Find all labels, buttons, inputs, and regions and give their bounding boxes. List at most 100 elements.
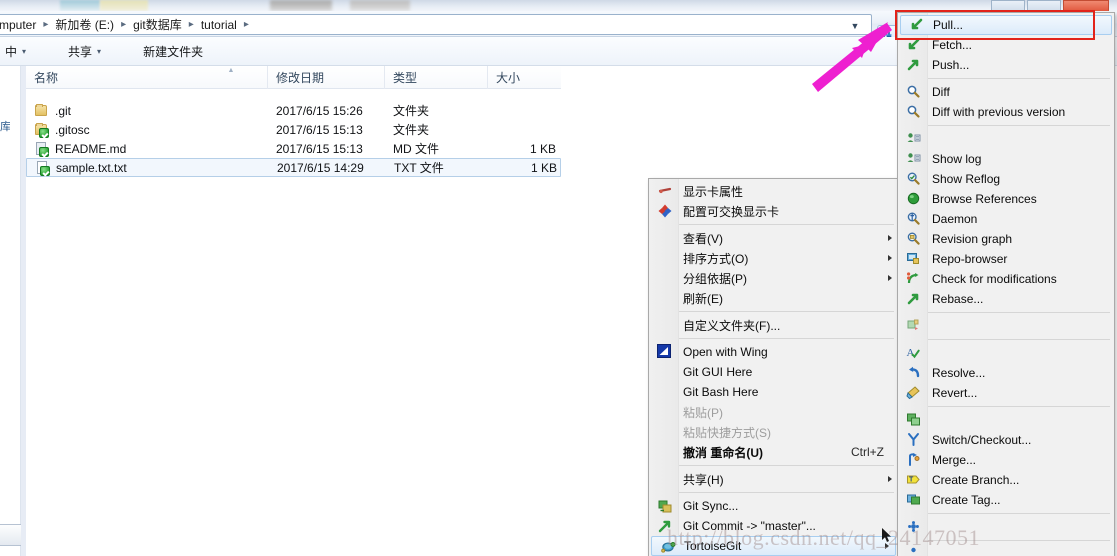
file-name-cell: .git bbox=[34, 103, 71, 118]
menu-item-git-bash-here[interactable]: Git Bash Here bbox=[649, 382, 898, 402]
menu-item-diff-with-previous-version[interactable]: Diff with previous version bbox=[898, 102, 1114, 122]
table-row[interactable]: .gitosc 2017/6/15 15:13 文件夹 bbox=[26, 120, 561, 139]
menu-item-open-with-wing[interactable]: Open with Wing bbox=[649, 342, 898, 362]
menu-item-revision-graph[interactable]: Daemon bbox=[898, 209, 1114, 229]
menu-item-diff[interactable]: Diff bbox=[898, 82, 1114, 102]
breadcrumb-item-1[interactable]: 新加卷 (E:) bbox=[55, 16, 114, 33]
mouse-cursor bbox=[882, 528, 891, 542]
menu-item-add[interactable] bbox=[898, 517, 1114, 537]
file-size-cell: 1 KB bbox=[530, 160, 557, 175]
wing-ide-icon bbox=[657, 344, 673, 360]
desktop-blob bbox=[60, 0, 100, 11]
menu-item-undo-rename[interactable]: 撤消 重命名(U) Ctrl+Z bbox=[649, 442, 898, 462]
repo-browser-icon bbox=[906, 231, 922, 247]
browse-refs-icon bbox=[906, 171, 922, 187]
menu-item-show-log[interactable] bbox=[898, 129, 1114, 149]
menu-item-group-by[interactable]: 分组依据(P) bbox=[649, 268, 898, 288]
table-row[interactable]: .git 2017/6/15 15:26 文件夹 bbox=[26, 101, 561, 120]
menu-item-repo-browser[interactable]: Revision graph bbox=[898, 229, 1114, 249]
column-header-label: 名称 bbox=[34, 71, 59, 85]
breadcrumb-separator: ▸ bbox=[188, 19, 194, 30]
menu-item-tortoisegit[interactable]: TortoiseGit bbox=[651, 536, 896, 556]
breadcrumb-separator: ▸ bbox=[243, 19, 249, 30]
menu-item-label: Switch/Checkout... bbox=[932, 433, 1032, 447]
push-icon bbox=[906, 57, 922, 73]
switch-icon bbox=[906, 412, 922, 428]
toolbar-label: 新建文件夹 bbox=[143, 44, 204, 59]
column-header-name[interactable]: 名称 ▲ bbox=[26, 66, 268, 89]
shell-context-menu[interactable]: 显示卡属性 配置可交换显示卡 查看(V) 排序方式(O) 分组依据(P) 刷新(… bbox=[648, 178, 899, 556]
menu-item-stash-save[interactable]: Rebase... bbox=[898, 289, 1114, 309]
menu-item-sort-by[interactable]: 排序方式(O) bbox=[649, 248, 898, 268]
column-header-date[interactable]: 修改日期 bbox=[268, 66, 385, 89]
menu-item-label: Pull... bbox=[933, 18, 964, 32]
menu-item-label: Git Bash Here bbox=[683, 385, 759, 399]
menu-item-paste-shortcut: 粘贴快捷方式(S) bbox=[649, 422, 898, 442]
menu-item-clean-up[interactable]: Revert... bbox=[898, 383, 1114, 403]
toolbar-item-share[interactable]: 共享 ▾ bbox=[59, 39, 110, 64]
menu-item-merge[interactable]: Switch/Checkout... bbox=[898, 430, 1114, 450]
menu-item-label: Repo-browser bbox=[932, 252, 1008, 266]
breadcrumb-item-2[interactable]: git数据库 bbox=[133, 16, 182, 33]
menu-item-export[interactable]: Create Tag... bbox=[898, 490, 1114, 510]
toolbar-item-organize[interactable]: 中 ▾ bbox=[0, 39, 35, 64]
menu-item-push[interactable]: Push... bbox=[898, 55, 1114, 75]
nav-pane-item-clipped[interactable]: 库 bbox=[0, 118, 10, 138]
create-branch-icon bbox=[906, 452, 922, 468]
column-header-label: 修改日期 bbox=[276, 71, 325, 85]
column-header-type[interactable]: 类型 bbox=[385, 66, 488, 89]
menu-item-git-sync[interactable]: Git Sync... bbox=[649, 496, 898, 516]
menu-item-revert[interactable]: Resolve... bbox=[898, 363, 1114, 383]
toolbar-item-new-folder[interactable]: 新建文件夹 bbox=[134, 39, 212, 64]
folder-icon bbox=[34, 103, 48, 118]
menu-item-create-branch[interactable]: Merge... bbox=[898, 450, 1114, 470]
menu-item-rebase[interactable]: Check for modifications bbox=[898, 269, 1114, 289]
menu-separator bbox=[928, 406, 1110, 407]
menu-item-label: Browse References bbox=[932, 192, 1037, 206]
menu-item-label: 刷新(E) bbox=[683, 291, 723, 306]
menu-item-pull[interactable]: Pull... bbox=[900, 15, 1112, 35]
menu-item-git-gui-here[interactable]: Git GUI Here bbox=[649, 362, 898, 382]
menu-separator bbox=[928, 540, 1110, 541]
file-name-cell: .gitosc bbox=[34, 122, 90, 138]
menu-item-resolve[interactable]: A bbox=[898, 343, 1114, 363]
menu-item-switch-checkout[interactable] bbox=[898, 410, 1114, 430]
file-type-cell: TXT 文件 bbox=[394, 161, 444, 175]
breadcrumb[interactable]: mputer ▸ 新加卷 (E:) ▸ git数据库 ▸ tutorial ▸ … bbox=[0, 14, 872, 35]
menu-item-bisect-start[interactable] bbox=[898, 316, 1114, 336]
pull-icon bbox=[909, 17, 925, 33]
file-date-cell: 2017/6/15 14:29 bbox=[277, 160, 364, 175]
menu-item-git-commit[interactable]: Git Commit -> "master"... bbox=[649, 516, 898, 536]
menu-item-daemon[interactable]: Browse References bbox=[898, 189, 1114, 209]
breadcrumb-separator: ▸ bbox=[121, 19, 127, 30]
menu-item-view[interactable]: 查看(V) bbox=[649, 228, 898, 248]
menu-item-clipped[interactable] bbox=[898, 544, 1114, 556]
breadcrumb-item-3[interactable]: tutorial bbox=[201, 18, 237, 32]
menu-item-display-properties[interactable]: 显示卡属性 bbox=[649, 181, 898, 201]
menu-item-show-reflog[interactable]: Show log bbox=[898, 149, 1114, 169]
menu-item-fetch[interactable]: Fetch... bbox=[898, 35, 1114, 55]
table-row[interactable]: sample.txt.txt 2017/6/15 14:29 TXT 文件 1 … bbox=[26, 158, 561, 177]
menu-item-customize-folder[interactable]: 自定义文件夹(F)... bbox=[649, 315, 898, 335]
menu-item-label: Git Commit -> "master"... bbox=[683, 519, 816, 533]
menu-item-label: Diff with previous version bbox=[932, 105, 1066, 119]
svg-text:A: A bbox=[907, 347, 915, 359]
menu-item-create-tag[interactable]: T Create Branch... bbox=[898, 470, 1114, 490]
file-type-cell: 文件夹 bbox=[393, 104, 430, 118]
menu-item-browse-references[interactable]: Show Reflog bbox=[898, 169, 1114, 189]
chevron-down-icon[interactable]: ▼ bbox=[847, 19, 863, 33]
menu-item-label: Push... bbox=[932, 58, 970, 72]
git-ok-overlay-icon bbox=[39, 128, 49, 138]
menu-item-check-for-modifications[interactable]: Repo-browser bbox=[898, 249, 1114, 269]
breadcrumb-item-0[interactable]: mputer bbox=[0, 18, 36, 32]
menu-item-label: Diff bbox=[932, 85, 950, 99]
column-header-label: 类型 bbox=[393, 71, 418, 85]
tortoisegit-submenu[interactable]: Pull... Fetch... Push... Diff Diff with … bbox=[897, 12, 1115, 556]
submenu-arrow-icon bbox=[888, 235, 892, 241]
bisect-icon bbox=[906, 318, 922, 334]
menu-item-configure-switchable-graphics[interactable]: 配置可交换显示卡 bbox=[649, 201, 898, 221]
table-row[interactable]: README.md 2017/6/15 15:13 MD 文件 1 KB bbox=[26, 139, 561, 158]
menu-item-share[interactable]: 共享(H) bbox=[649, 469, 898, 489]
column-header-size[interactable]: 大小 bbox=[488, 66, 561, 89]
menu-item-refresh[interactable]: 刷新(E) bbox=[649, 288, 898, 308]
